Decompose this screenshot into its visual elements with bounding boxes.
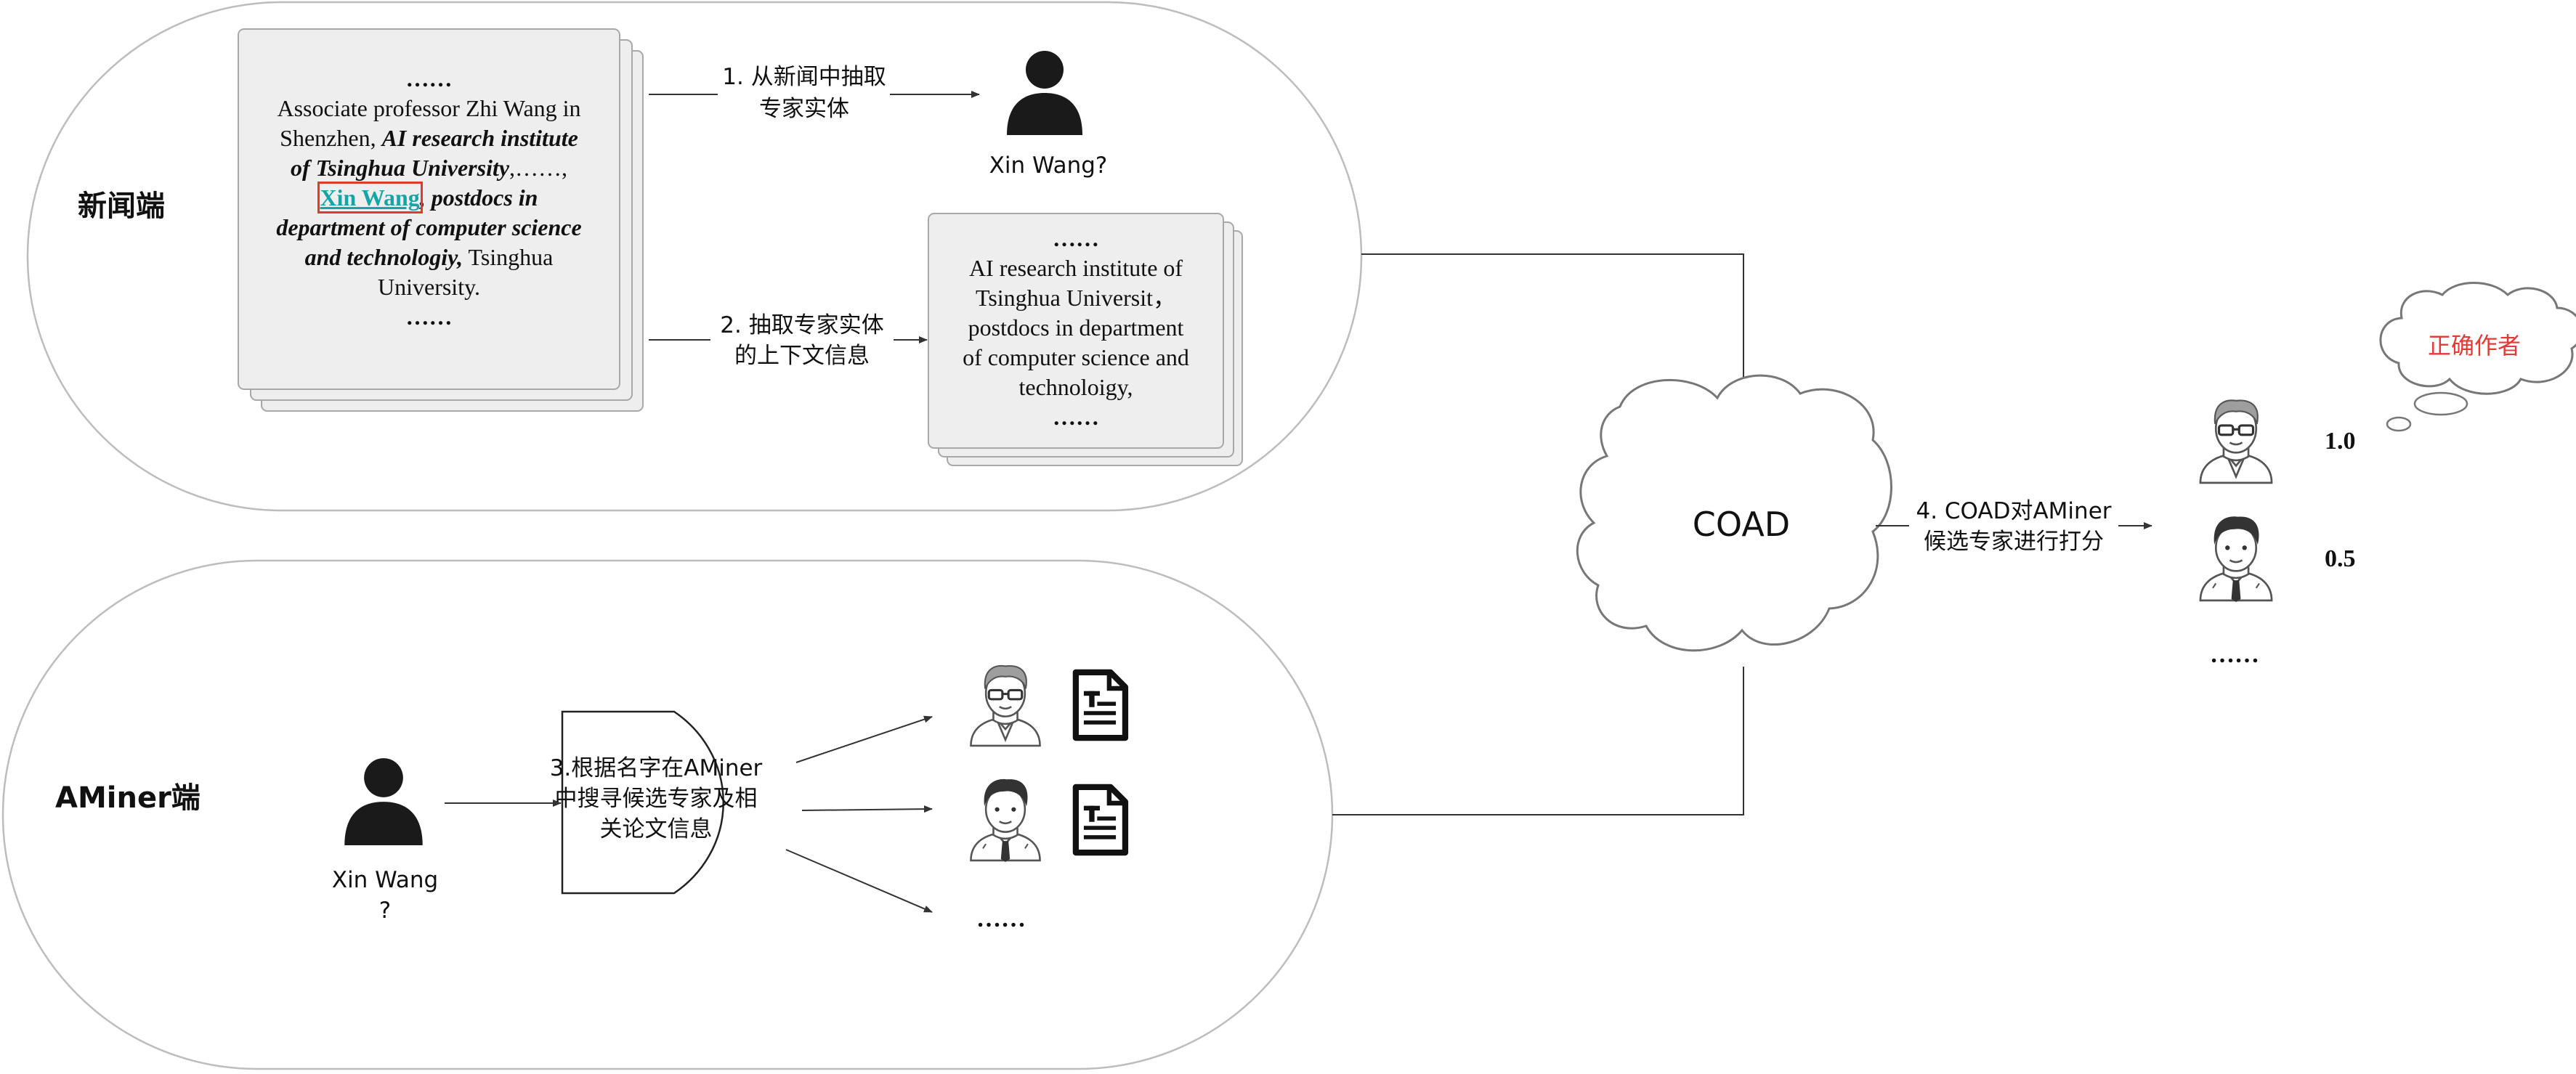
step3-label-line1: 3.根据名字在AMiner <box>550 755 763 781</box>
step3-label-line3: 关论文信息 <box>600 816 713 842</box>
aminer-panel-title: AMiner端 <box>55 781 201 815</box>
doc1-line6: and technologiy, Tsinghua <box>238 243 620 272</box>
doc1-line4: Xin Wang, postdocs in <box>238 182 620 213</box>
doc1-line1: Associate professor Zhi Wang in <box>277 95 581 121</box>
result-score-1: 1.0 <box>2325 428 2356 455</box>
doc2-line2: Tsinghua Universit， <box>976 285 1176 311</box>
doc1-bottom-dots: …… <box>405 304 453 330</box>
doc1-line3-tail: ,……, <box>509 155 568 181</box>
news-to-coad-connector <box>1361 253 1744 392</box>
context-snippet-text: …… AI research institute of Tsinghua Uni… <box>928 224 1223 432</box>
doc1-line5: department of computer science <box>276 214 582 240</box>
result-expert-glasses-icon <box>2199 399 2273 484</box>
doc2-top-dots: …… <box>1053 225 1099 251</box>
doc2-bottom-dots: …… <box>1053 404 1099 430</box>
doc1-line3-emphasis: of Tsinghua University <box>290 155 510 181</box>
step4-label-line1: 4. COAD对AMiner <box>1916 498 2111 524</box>
candidates-ellipsis: …… <box>976 906 1026 932</box>
doc1-line4-emphasis: , postdocs in <box>419 184 538 211</box>
news-person-label: Xin Wang? <box>989 152 1108 179</box>
coad-label: COAD <box>1693 505 1790 544</box>
highlighted-expert-name: Xin Wang <box>317 182 423 213</box>
doc1-line7: University. <box>377 274 480 300</box>
result-expert-tie-icon <box>2199 515 2273 603</box>
aminer-person-label-line1: Xin Wang <box>332 867 438 893</box>
correct-author-label: 正确作者 <box>2428 333 2521 359</box>
aminer-to-coad-connector <box>1332 667 1744 815</box>
doc1-line3: of Tsinghua University,……, <box>238 153 620 183</box>
doc1-line2-emphasis: AI research institute <box>381 125 578 151</box>
doc2-line5: technoloigy, <box>1018 374 1133 400</box>
aminer-person-label-line2: ? <box>379 898 391 924</box>
doc2-line1: AI research institute of <box>968 255 1183 281</box>
result-score-2: 0.5 <box>2325 545 2356 572</box>
doc2-line4: of computer science and <box>963 344 1189 370</box>
step4-label-line2: 候选专家进行打分 <box>1924 529 2104 555</box>
step2-label-line2: 的上下文信息 <box>734 343 870 369</box>
news-panel-title: 新闻端 <box>78 190 165 223</box>
paper-document-icon <box>1076 672 1125 738</box>
coad-pipeline-diagram: 新闻端 AMiner端 1. 从新闻中抽取 专家实体 2. 抽取专家实体 的上下… <box>0 0 2576 1070</box>
paper-document-icon <box>1076 787 1125 853</box>
step2-label-line1: 2. 抽取专家实体 <box>720 312 883 338</box>
doc1-top-dots: …… <box>405 65 453 91</box>
doc1-line2-plain: Shenzhen, <box>280 125 382 151</box>
news-article-text: …… Associate professor Zhi Wang in Shenz… <box>238 64 620 332</box>
doc1-line6-emphasis: and technologiy, <box>304 244 463 270</box>
step1-label-line1: 1. 从新闻中抽取 <box>722 64 886 90</box>
step1-label-line2: 专家实体 <box>759 96 849 122</box>
results-ellipsis: …… <box>2210 641 2259 668</box>
doc2-line3: postdocs in department <box>968 314 1184 341</box>
step3-label-line2: 中搜寻候选专家及相 <box>555 786 758 812</box>
doc1-line6-plain: Tsinghua <box>463 244 554 270</box>
doc1-line2: Shenzhen, AI research institute <box>238 123 620 153</box>
